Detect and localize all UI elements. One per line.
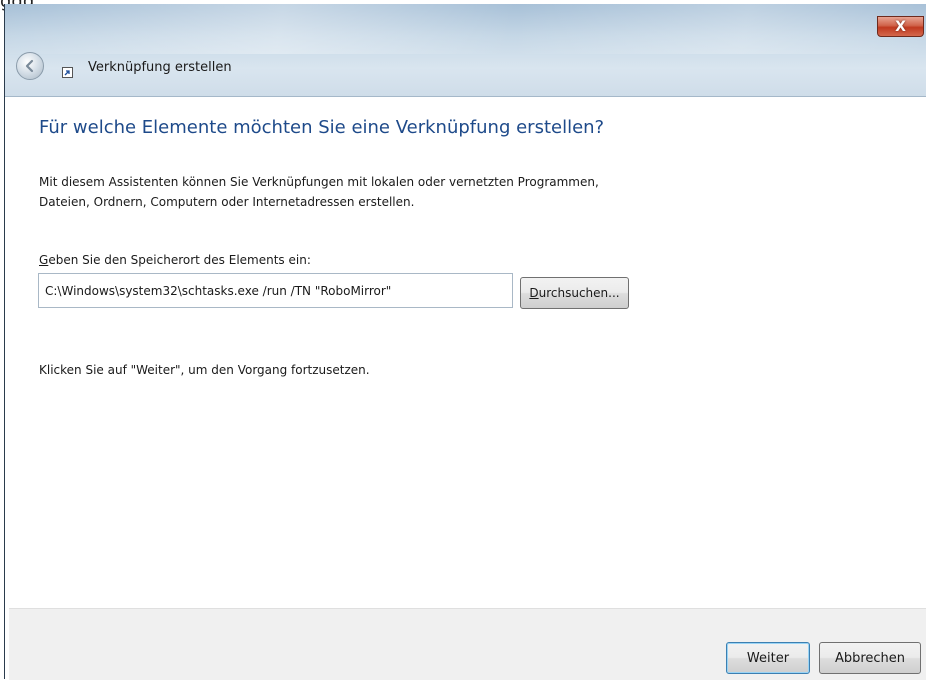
button-bar: Weiter Abbrechen [9, 608, 926, 680]
browse-label: urchsuchen... [538, 286, 620, 300]
back-arrow-icon [17, 53, 43, 79]
close-icon: X [895, 18, 906, 35]
next-button[interactable]: Weiter [726, 642, 810, 674]
cancel-button[interactable]: Abbrechen [819, 642, 921, 674]
wizard-content: Für welche Elemente möchten Sie eine Ver… [9, 97, 926, 607]
create-shortcut-dialog: Verknüpfung erstellen X Für welche Eleme… [4, 4, 926, 680]
title-bar: Verknüpfung erstellen X [5, 4, 926, 97]
location-label-text: eben Sie den Speicherort des Elements ei… [48, 253, 311, 267]
description-text: Mit diesem Assistenten können Sie Verknü… [39, 172, 739, 212]
browse-accelerator: D [529, 286, 539, 300]
description-line-1: Mit diesem Assistenten können Sie Verknü… [39, 175, 599, 189]
location-input[interactable] [38, 273, 513, 308]
close-button[interactable]: X [877, 16, 924, 37]
shortcut-icon [62, 67, 73, 78]
description-line-2: Dateien, Ordnern, Computern oder Interne… [39, 195, 415, 209]
browse-button[interactable]: Durchsuchen... [520, 277, 629, 309]
page-heading: Für welche Elemente möchten Sie eine Ver… [39, 117, 605, 138]
location-field-label: Geben Sie den Speicherort des Elements e… [39, 253, 311, 267]
window-title: Verknüpfung erstellen [88, 60, 232, 75]
continue-hint: Klicken Sie auf "Weiter", um den Vorgang… [39, 363, 370, 377]
back-button[interactable] [16, 52, 44, 80]
location-label-accelerator: G [39, 253, 49, 267]
